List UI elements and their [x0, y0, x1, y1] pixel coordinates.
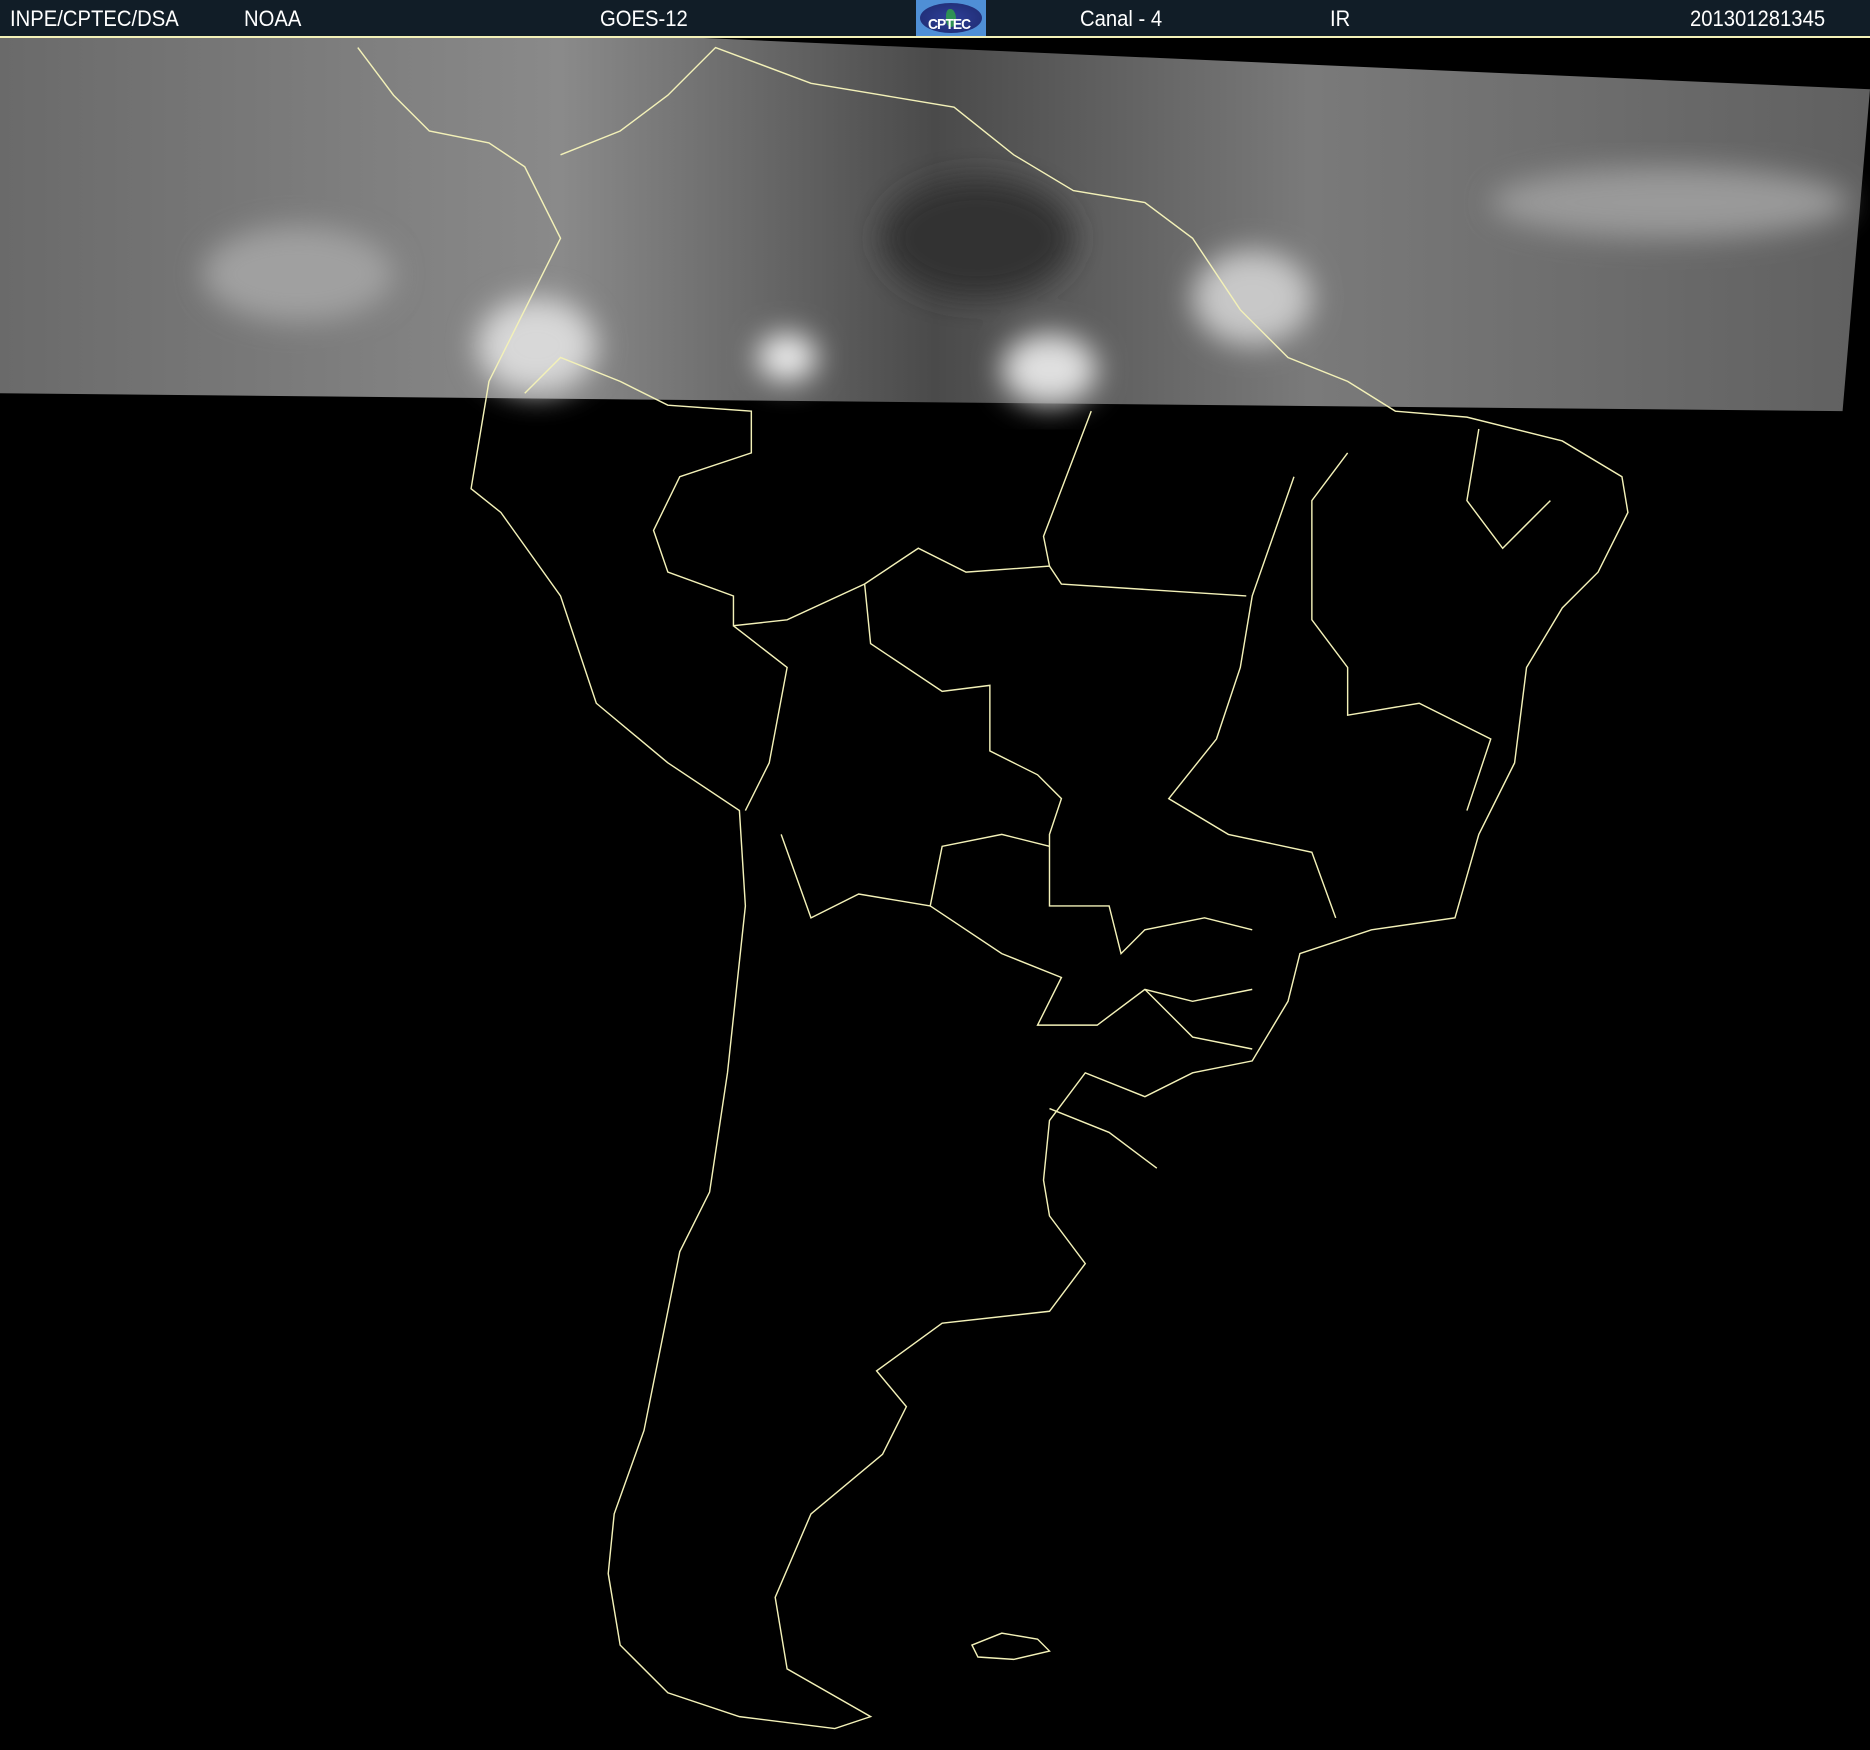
falkland-islands [970, 1632, 1051, 1661]
logo-text: CPTEC [928, 15, 971, 33]
satellite-label: GOES-12 [600, 6, 688, 31]
timestamp-label: 201301281345 [1690, 6, 1826, 31]
channel-label: Canal - 4 [1080, 6, 1163, 31]
band-label: IR [1330, 6, 1351, 31]
cptec-logo: CPTEC [916, 0, 986, 36]
country-borders [524, 356, 1551, 1169]
header-bar: INPE/CPTEC/DSA NOAA GOES-12 CPTEC Canal … [0, 0, 1870, 36]
agency-label: NOAA [244, 6, 302, 31]
satellite-map [0, 38, 1870, 1730]
source-label: INPE/CPTEC/DSA [10, 6, 179, 31]
